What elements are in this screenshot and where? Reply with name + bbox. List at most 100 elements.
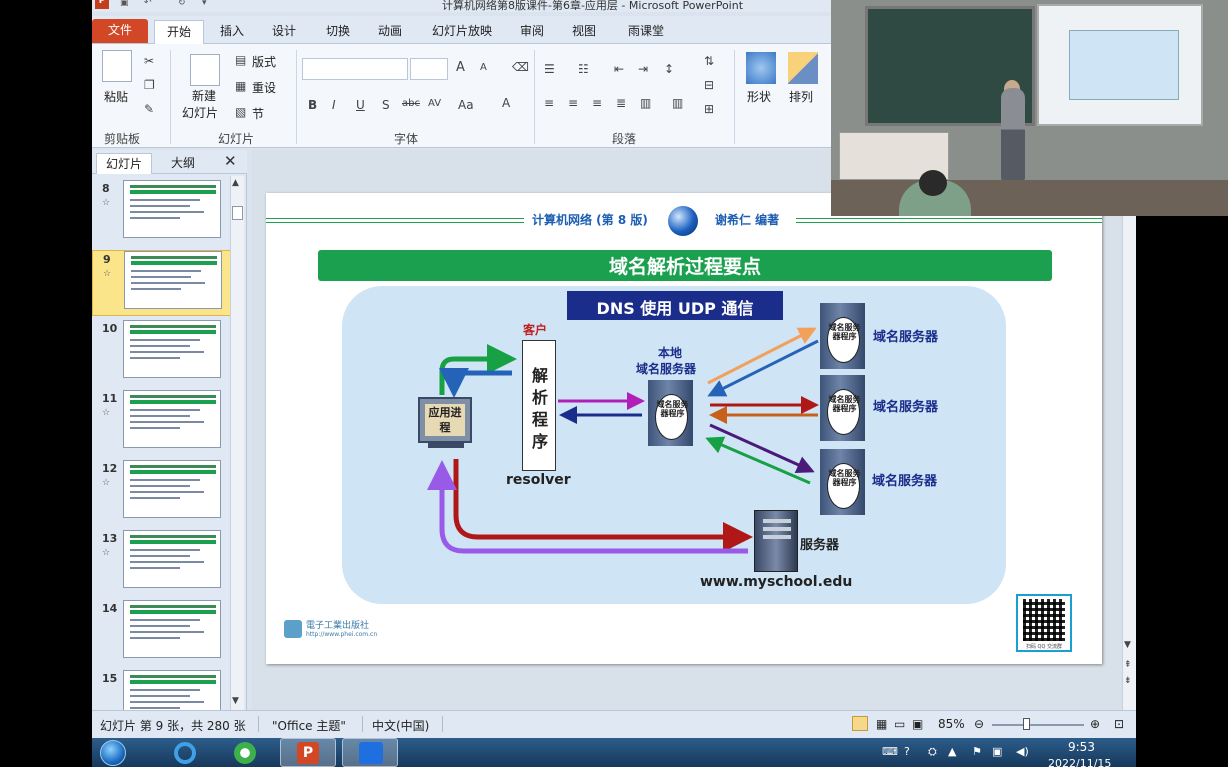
redo-icon[interactable]: ↻ [178, 0, 189, 9]
tab-review[interactable]: 审阅 [510, 20, 554, 44]
paste-button[interactable]: 粘贴 [104, 88, 128, 105]
show-hidden-icons-icon[interactable]: ▲ [948, 745, 956, 758]
copy-icon[interactable]: ❐ [144, 78, 155, 92]
taskbar-powerpoint[interactable]: P [280, 738, 336, 767]
text-direction-icon[interactable]: ⇅ [704, 54, 714, 68]
align-text-icon[interactable]: ⊟ [704, 78, 714, 92]
shapes-icon[interactable] [746, 52, 776, 84]
slideshow-view-icon[interactable]: ▣ [912, 717, 923, 731]
underline-button[interactable]: U [356, 98, 365, 112]
paste-icon[interactable] [102, 50, 132, 82]
zoom-out-icon[interactable]: ⊖ [974, 717, 984, 731]
reading-view-icon[interactable]: ▭ [894, 717, 905, 731]
scrollbar-thumb[interactable] [232, 206, 243, 220]
justify-icon[interactable]: ≣ [616, 96, 626, 110]
tab-slides[interactable]: 幻灯片 [96, 153, 152, 174]
grow-font-icon[interactable]: A [456, 60, 465, 75]
tab-rain-classroom[interactable]: 雨课堂 [618, 20, 674, 44]
tab-outline[interactable]: 大纲 [158, 153, 208, 174]
font-color-button[interactable]: A [502, 96, 510, 110]
character-spacing-button[interactable]: AV [428, 98, 441, 109]
zoom-level[interactable]: 85% [938, 717, 965, 731]
cut-icon[interactable]: ✂ [144, 54, 154, 68]
action-center-icon[interactable]: ⚑ [972, 745, 982, 758]
customize-quick-access-icon[interactable]: ▾ [202, 0, 213, 9]
tab-animations[interactable]: 动画 [368, 20, 412, 44]
keyboard-icon[interactable]: ⌨ [882, 745, 898, 758]
scroll-up-icon[interactable]: ▲ [232, 178, 239, 188]
tab-view[interactable]: 视图 [562, 20, 606, 44]
previous-slide-icon[interactable]: ⇞ [1124, 660, 1132, 670]
tab-transitions[interactable]: 切换 [316, 20, 360, 44]
language-bar-icon[interactable]: ⛭ [928, 745, 937, 759]
zoom-slider-thumb[interactable] [1023, 718, 1030, 730]
powerpoint-logo-icon[interactable]: P [95, 0, 109, 9]
font-size-combo[interactable] [410, 58, 448, 80]
close-icon[interactable]: ✕ [224, 152, 237, 170]
arrange-button[interactable]: 排列 [789, 88, 813, 105]
slide-sorter-icon[interactable]: ▦ [876, 717, 887, 731]
slide-thumbnail[interactable]: 10 [92, 320, 232, 386]
taskbar-meeting-app[interactable] [342, 738, 398, 767]
new-slide-icon[interactable] [190, 54, 220, 86]
align-right-icon[interactable]: ≡ [592, 96, 602, 110]
clock-date[interactable]: 2022/11/15 [1048, 757, 1111, 767]
zoom-slider[interactable] [992, 724, 1084, 726]
start-button[interactable] [92, 738, 148, 767]
volume-icon[interactable]: ◀) [1016, 745, 1029, 758]
tab-file[interactable]: 文件 [92, 19, 148, 43]
slide-canvas[interactable]: 计算机网络 (第 8 版) 谢希仁 编著 域名解析过程要点 DNS 使用 UDP… [266, 193, 1102, 664]
help-icon[interactable]: ? [904, 745, 910, 758]
slide-thumbnail[interactable]: 9 ☆ [92, 250, 232, 316]
network-icon[interactable]: ▣ [992, 745, 1002, 758]
slide-thumbnail[interactable]: 13 ☆ [92, 530, 232, 596]
convert-smartart-icon[interactable]: ⊞ [704, 102, 714, 116]
zoom-in-icon[interactable]: ⊕ [1090, 717, 1100, 731]
slide-thumbnail[interactable]: 12 ☆ [92, 460, 232, 526]
reset-icon[interactable]: ▦ [235, 79, 246, 93]
slide-scrollbar[interactable]: ▼ ⇞ ⇟ [1122, 150, 1136, 710]
taskbar-browser[interactable] [218, 738, 274, 767]
section-icon[interactable]: ▧ [235, 105, 246, 119]
new-slide-label-1[interactable]: 新建 [192, 87, 216, 104]
language-indicator[interactable]: 中文(中国) [372, 717, 429, 734]
tab-design[interactable]: 设计 [262, 20, 306, 44]
decrease-indent-icon[interactable]: ⇤ [614, 62, 624, 76]
font-name-combo[interactable] [302, 58, 408, 80]
taskbar-internet-explorer[interactable] [156, 738, 212, 767]
shrink-font-icon[interactable]: A [480, 62, 487, 73]
bullets-icon[interactable]: ☰ [544, 62, 555, 76]
layout-icon[interactable]: ▤ [235, 53, 246, 67]
italic-button[interactable]: I [332, 98, 336, 112]
bold-button[interactable]: B [308, 98, 317, 112]
fit-to-window-icon[interactable]: ⊡ [1114, 717, 1124, 731]
scroll-down-icon[interactable]: ▼ [1124, 640, 1131, 650]
tab-slideshow[interactable]: 幻灯片放映 [424, 20, 500, 44]
arrange-icon[interactable] [788, 52, 818, 84]
pane-scrollbar[interactable]: ▲ ▼ [230, 176, 244, 710]
new-slide-label-2[interactable]: 幻灯片 [182, 104, 218, 121]
reset-button[interactable]: 重设 [252, 79, 276, 96]
increase-indent-icon[interactable]: ⇥ [638, 62, 648, 76]
slide-thumbnail[interactable]: 11 ☆ [92, 390, 232, 456]
slide-thumbnail[interactable]: 8 ☆ [92, 180, 232, 246]
undo-icon[interactable]: ↶ [144, 0, 155, 9]
columns-icon[interactable]: ▥ [672, 96, 683, 110]
layout-button[interactable]: 版式 [252, 53, 276, 70]
distribute-icon[interactable]: ▥ [640, 96, 651, 110]
next-slide-icon[interactable]: ⇟ [1124, 676, 1132, 686]
format-painter-icon[interactable]: ✎ [144, 102, 154, 116]
line-spacing-icon[interactable]: ↕ [664, 62, 674, 76]
section-button[interactable]: 节 [252, 105, 264, 122]
numbering-icon[interactable]: ☷ [578, 62, 589, 76]
tab-home[interactable]: 开始 [154, 20, 204, 44]
text-shadow-button[interactable]: S [382, 98, 390, 112]
change-case-button[interactable]: Aa [458, 98, 474, 112]
strikethrough-button[interactable]: abc [402, 98, 420, 109]
clear-format-icon[interactable]: ⌫ [512, 60, 529, 74]
align-left-icon[interactable]: ≡ [544, 96, 554, 110]
tab-insert[interactable]: 插入 [210, 20, 254, 44]
shapes-button[interactable]: 形状 [747, 88, 771, 105]
clock-time[interactable]: 9:53 [1068, 740, 1095, 754]
save-icon[interactable]: ▣ [120, 0, 131, 9]
